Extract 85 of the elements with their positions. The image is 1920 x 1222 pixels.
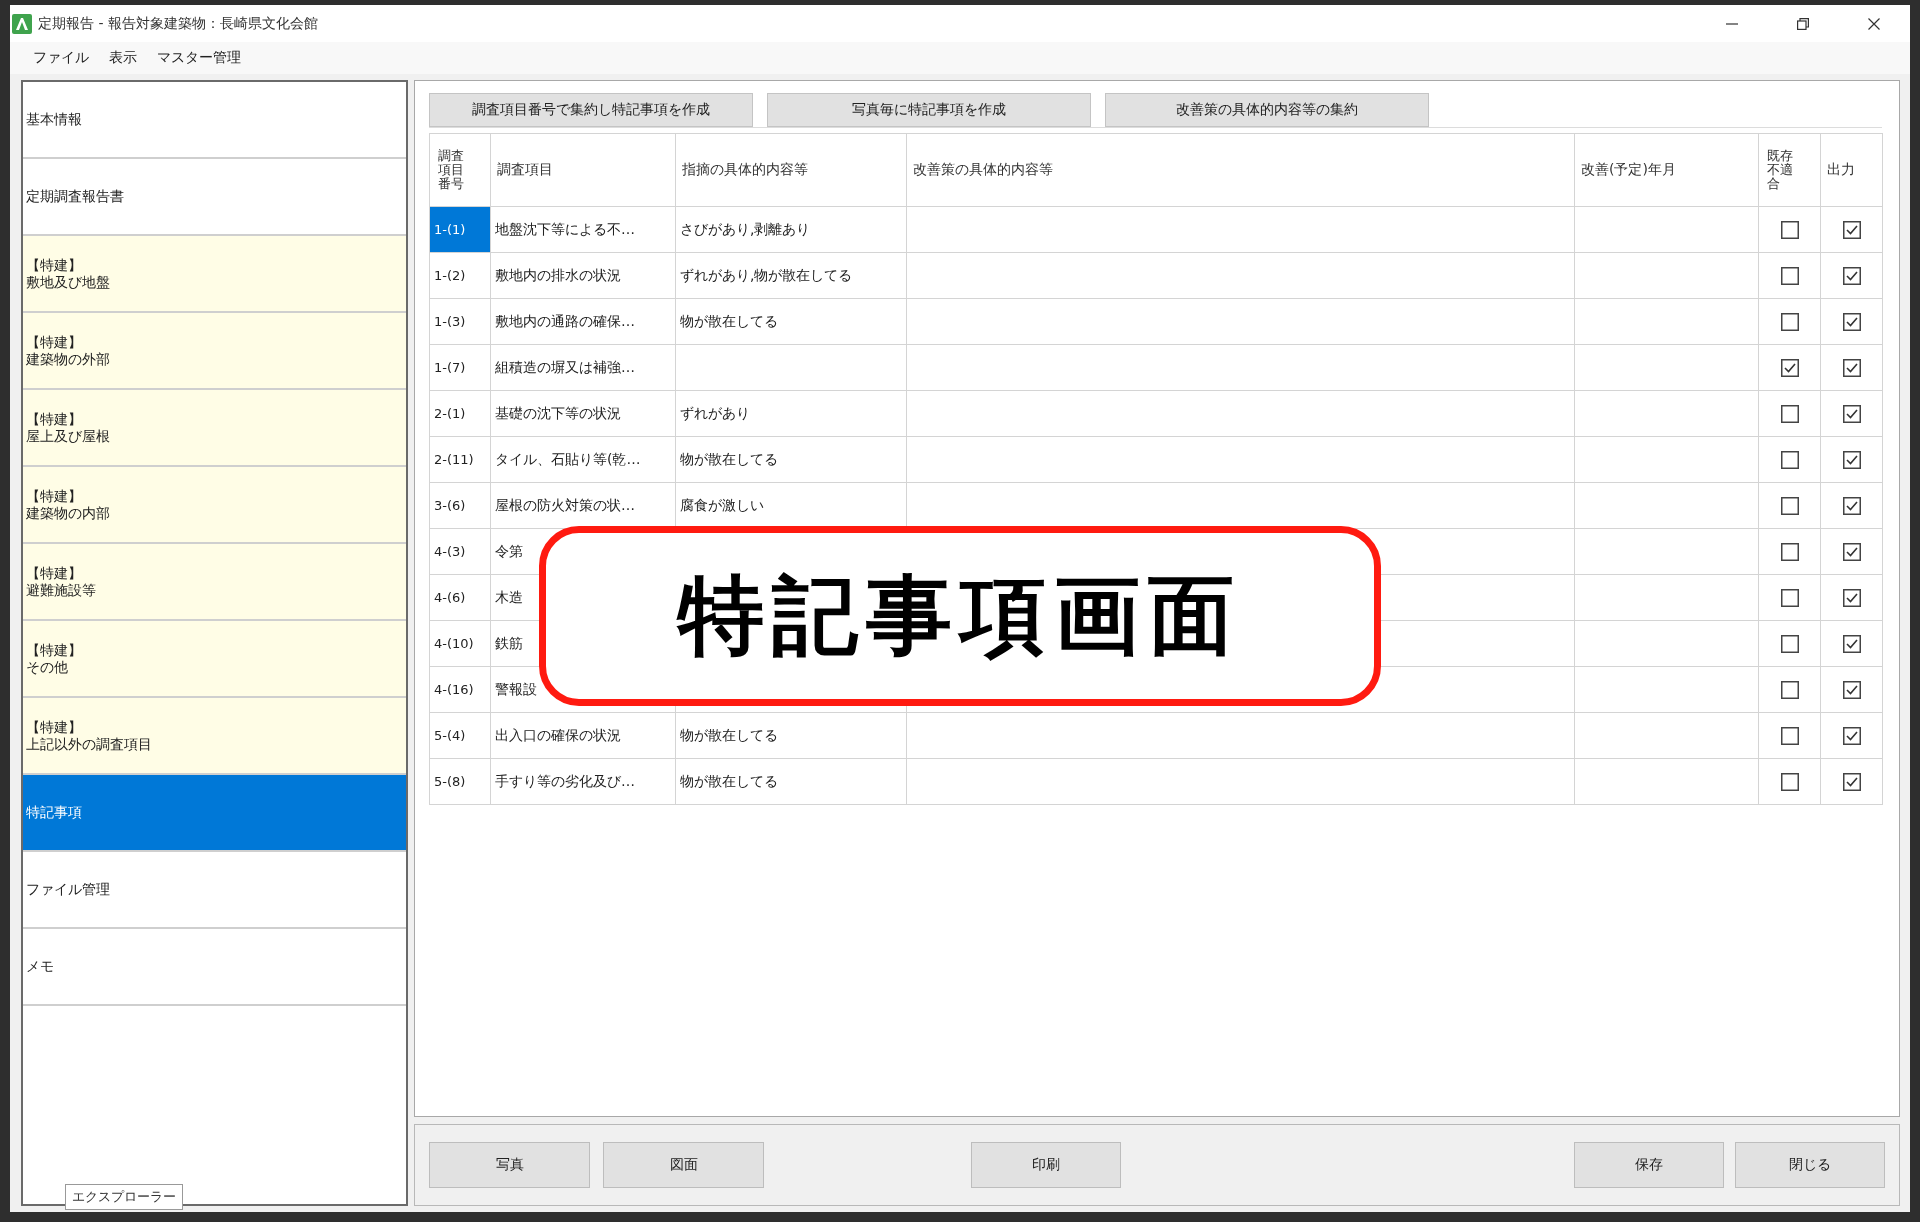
- checkbox[interactable]: [1780, 726, 1799, 745]
- action-button[interactable]: 改善策の具体的内容等の集約: [1105, 93, 1429, 127]
- menu-item[interactable]: マスター管理: [147, 45, 251, 71]
- footer-button[interactable]: 写真: [429, 1142, 590, 1188]
- checkbox[interactable]: [1842, 634, 1861, 653]
- restore-icon[interactable]: [1797, 17, 1809, 30]
- column-header[interactable]: 改善策の具体的内容等: [906, 133, 1575, 207]
- sidebar-item[interactable]: 【特建】 屋上及び屋根: [23, 390, 406, 467]
- checkbox[interactable]: [1780, 772, 1799, 791]
- table-cell: 出入口の確保の状況: [490, 712, 676, 759]
- sidebar-item[interactable]: 【特建】 建築物の内部: [23, 467, 406, 544]
- table-cell: 1-(1): [429, 206, 491, 253]
- checkbox[interactable]: [1780, 450, 1799, 469]
- column-header[interactable]: 出力: [1820, 133, 1883, 207]
- checkbox[interactable]: [1780, 404, 1799, 423]
- table-cell: 基礎の沈下等の状況: [490, 390, 676, 437]
- checkbox[interactable]: [1780, 266, 1799, 285]
- table-cell: 敷地内の通路の確保…: [490, 298, 676, 345]
- print-button[interactable]: 印刷: [971, 1142, 1121, 1188]
- checkbox[interactable]: [1780, 312, 1799, 331]
- menu-item[interactable]: 表示: [99, 45, 147, 71]
- column-header[interactable]: 指摘の具体的内容等: [675, 133, 907, 207]
- checkbox[interactable]: [1842, 496, 1861, 515]
- table-cell: 組積造の塀又は補強…: [490, 344, 676, 391]
- sidebar-item[interactable]: 特記事項: [23, 775, 406, 852]
- table-cell: 1-(3): [429, 298, 491, 345]
- sidebar-item[interactable]: 【特建】 敷地及び地盤: [23, 236, 406, 313]
- table-cell: 3-(6): [429, 482, 491, 529]
- checkbox[interactable]: [1780, 588, 1799, 607]
- checkbox[interactable]: [1842, 266, 1861, 285]
- table-cell: 手すり等の劣化及び…: [490, 758, 676, 805]
- table-cell: 地盤沈下等による不…: [490, 206, 676, 253]
- sidebar-item[interactable]: 【特建】 その他: [23, 621, 406, 698]
- table-cell: 5-(4): [429, 712, 491, 759]
- action-button[interactable]: 写真毎に特記事項を作成: [767, 93, 1091, 127]
- checkbox[interactable]: [1842, 726, 1861, 745]
- table-cell: ずれがあり,物が散在してる: [675, 252, 907, 299]
- checkbox[interactable]: [1842, 312, 1861, 331]
- menu-item[interactable]: ファイル: [23, 45, 99, 71]
- table-cell: 4-(16): [429, 666, 491, 713]
- table-cell: 物が散在してる: [675, 436, 907, 483]
- table-cell: タイル、石貼り等(乾…: [490, 436, 676, 483]
- table-cell: 2-(1): [429, 390, 491, 437]
- action-button[interactable]: 調査項目番号で集約し特記事項を作成: [429, 93, 753, 127]
- checkbox[interactable]: [1842, 588, 1861, 607]
- table-cell: 4-(3): [429, 528, 491, 575]
- checkbox[interactable]: [1842, 220, 1861, 239]
- sidebar-item[interactable]: 【特建】 建築物の外部: [23, 313, 406, 390]
- table-cell: 敷地内の排水の状況: [490, 252, 676, 299]
- footer-button[interactable]: 図面: [603, 1142, 764, 1188]
- table-cell: 4-(6): [429, 574, 491, 621]
- table-cell: 2-(11): [429, 436, 491, 483]
- table-cell: 物が散在してる: [675, 298, 907, 345]
- column-header[interactable]: 改善(予定)年月: [1574, 133, 1759, 207]
- close-icon[interactable]: [1868, 17, 1880, 30]
- checkbox[interactable]: [1842, 772, 1861, 791]
- checkbox[interactable]: [1842, 358, 1861, 377]
- checkbox[interactable]: [1780, 542, 1799, 561]
- explorer-tab[interactable]: エクスプローラー: [65, 1184, 183, 1210]
- checkbox[interactable]: [1780, 496, 1799, 515]
- sidebar-item[interactable]: 【特建】 上記以外の調査項目: [23, 698, 406, 775]
- callout: 特記事項画面: [539, 526, 1381, 706]
- table-cell: 物が散在してる: [675, 712, 907, 759]
- column-header[interactable]: 調査項目: [490, 133, 676, 207]
- table-cell: さびがあり,剥離あり: [675, 206, 907, 253]
- checkbox[interactable]: [1842, 542, 1861, 561]
- checkbox[interactable]: [1842, 404, 1861, 423]
- checkbox[interactable]: [1842, 680, 1861, 699]
- table-cell: 1-(7): [429, 344, 491, 391]
- checkbox[interactable]: [1780, 220, 1799, 239]
- footer-button[interactable]: 保存: [1574, 1142, 1724, 1188]
- table-cell: 1-(2): [429, 252, 491, 299]
- checkbox[interactable]: [1780, 358, 1799, 377]
- checkbox[interactable]: [1780, 634, 1799, 653]
- column-header[interactable]: 既存不適合: [1758, 133, 1821, 207]
- footer-button[interactable]: 閉じる: [1735, 1142, 1885, 1188]
- checkbox[interactable]: [1842, 450, 1861, 469]
- table-cell: ずれがあり: [675, 390, 907, 437]
- table-cell: 5-(8): [429, 758, 491, 805]
- checkbox[interactable]: [1780, 680, 1799, 699]
- table-cell: 物が散在してる: [675, 758, 907, 805]
- sidebar-item[interactable]: 【特建】 避難施設等: [23, 544, 406, 621]
- window-title: 定期報告 - 報告対象建築物：長崎県文化会館: [38, 14, 318, 33]
- table-cell: 4-(10): [429, 620, 491, 667]
- column-header[interactable]: 調査項目番号: [429, 133, 491, 207]
